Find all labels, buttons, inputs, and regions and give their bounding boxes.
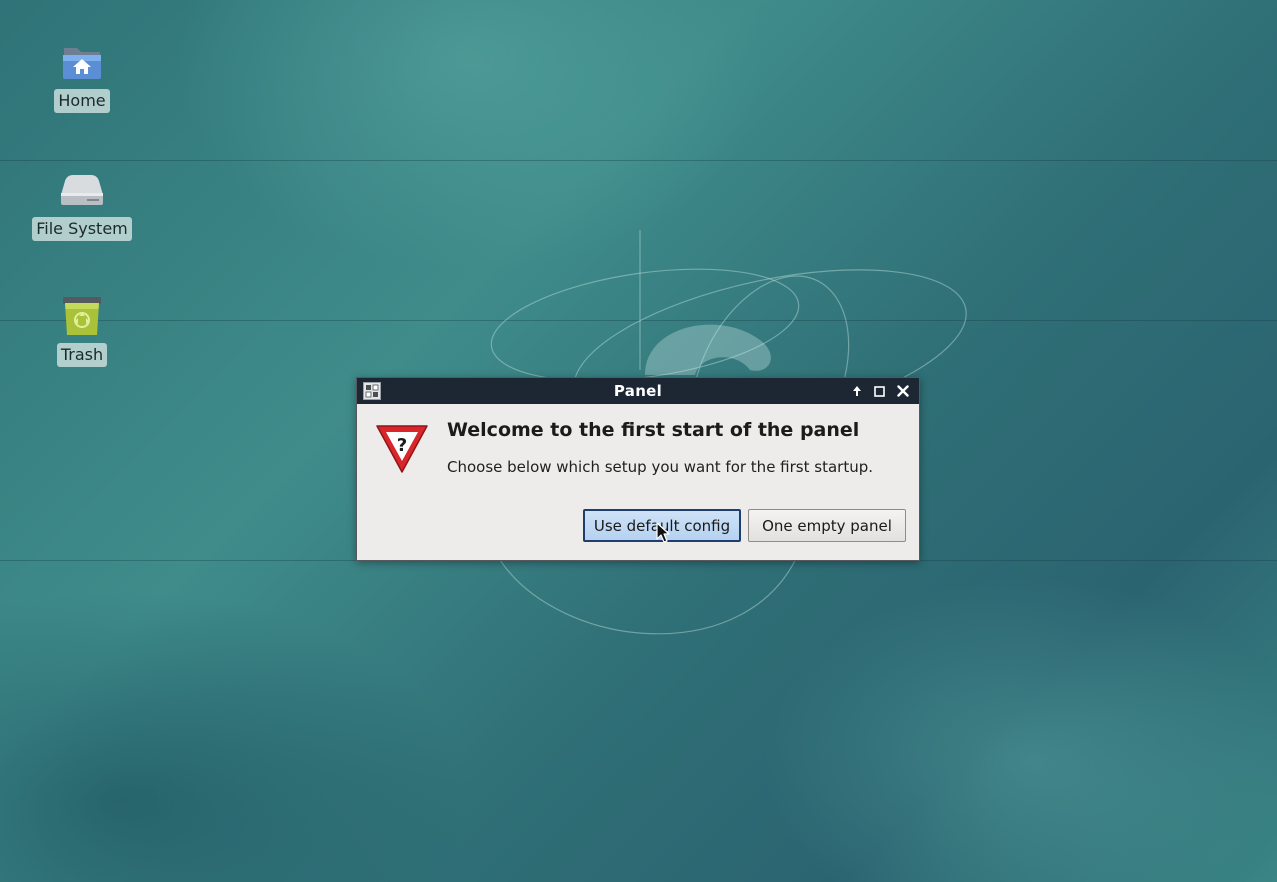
window-controls xyxy=(848,382,911,400)
dialog-title: Panel xyxy=(613,382,663,400)
maximize-icon[interactable] xyxy=(871,382,888,400)
svg-text:?: ? xyxy=(397,435,407,456)
desktop-icon-label: Home xyxy=(54,89,110,113)
desktop-icon-trash[interactable]: Trash xyxy=(17,292,147,367)
one-empty-panel-button[interactable]: One empty panel xyxy=(748,509,906,542)
dialog-message: Choose below which setup you want for th… xyxy=(447,458,873,476)
keep-above-icon[interactable] xyxy=(848,382,865,400)
home-folder-icon xyxy=(58,38,106,86)
desktop-icon-label: File System xyxy=(32,217,132,241)
dialog-heading: Welcome to the first start of the panel xyxy=(447,419,860,441)
use-default-config-button[interactable]: Use default config xyxy=(583,509,741,542)
wallpaper-band-line xyxy=(0,160,1277,161)
dialog-titlebar[interactable]: Panel xyxy=(357,378,919,404)
desktop-icon-label: Trash xyxy=(56,343,108,367)
window-menu-icon[interactable] xyxy=(363,382,381,400)
close-icon[interactable] xyxy=(894,382,911,400)
trash-icon xyxy=(58,292,106,340)
desktop-icon-home[interactable]: Home xyxy=(17,38,147,113)
warning-question-icon: ? xyxy=(375,422,429,476)
panel-welcome-dialog: Panel ? Welcome to the first start of th… xyxy=(356,377,920,561)
drive-icon xyxy=(58,166,106,214)
desktop-icon-file-system[interactable]: File System xyxy=(17,166,147,241)
